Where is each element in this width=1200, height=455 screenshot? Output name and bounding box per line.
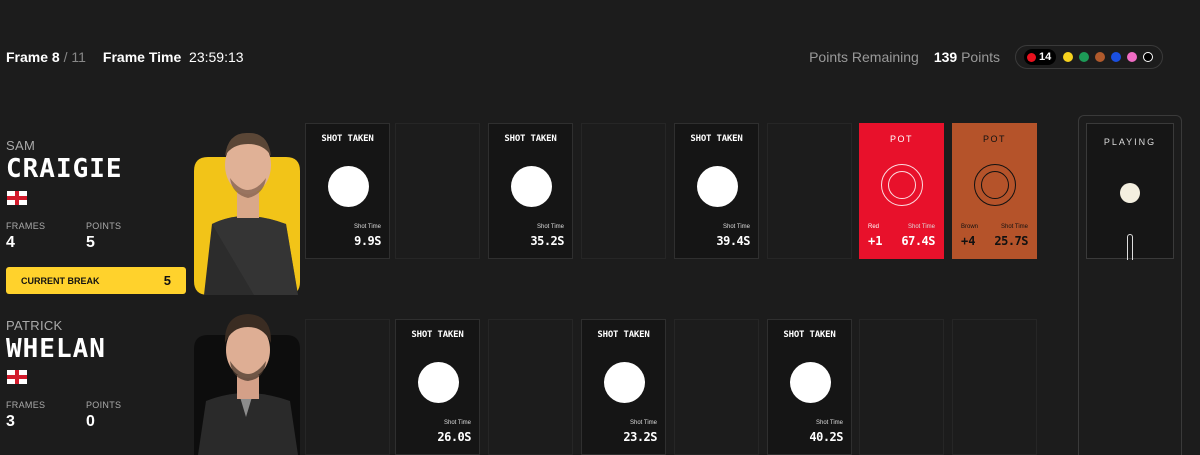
empty-shot-slot [674, 319, 759, 455]
empty-shot-slot [952, 319, 1037, 455]
pocket-ring-icon [974, 164, 1016, 206]
pot-title: POT [982, 134, 1006, 144]
shot-card: SHOT TAKEN Shot Time 26.0S [395, 319, 480, 455]
england-flag-icon [7, 191, 27, 205]
points-remaining: Points Remaining 139 Points [809, 49, 1000, 65]
shot-card: SHOT TAKEN Shot Time 39.4S [674, 123, 759, 259]
player-1-points-label: POINTS [86, 221, 122, 231]
player-1-frames: 4 [6, 234, 15, 251]
yellow-ball-icon [1063, 52, 1074, 62]
shot-time: 35.2S [530, 234, 564, 248]
player-1-last-name: CRAIGIE [6, 154, 123, 184]
shot-time: 40.2S [809, 430, 843, 444]
green-ball-icon [1079, 52, 1090, 62]
shot-time-label: Shot Time [629, 420, 657, 426]
shot-title: SHOT TAKEN [504, 134, 557, 144]
player-2-avatar [194, 305, 300, 455]
shot-time: 67.4S [901, 234, 935, 248]
player-1-first-name: SAM [6, 138, 36, 153]
empty-shot-slot [859, 319, 944, 455]
shot-title: SHOT TAKEN [783, 330, 836, 340]
black-ball-icon [1143, 52, 1154, 62]
player-1-frames-label: FRAMES [6, 221, 46, 231]
cue-ball-icon [790, 362, 831, 403]
player-2-last-name: WHELAN [6, 334, 106, 364]
player-2-points: 0 [86, 413, 95, 430]
shot-title: SHOT TAKEN [411, 330, 464, 340]
empty-shot-slot [395, 123, 480, 259]
frame-info: Frame 8 / 11 Frame Time 23:59:13 [6, 49, 244, 65]
shot-time: 23.2S [623, 430, 657, 444]
points-remaining-value: 139 [933, 49, 958, 65]
reds-count: 14 [1039, 51, 1052, 63]
shot-title: SHOT TAKEN [597, 330, 650, 340]
empty-shot-slot [488, 319, 573, 455]
cue-stick-icon [1127, 234, 1133, 260]
player-2-frames-label: FRAMES [6, 400, 46, 410]
player-2-points-label: POINTS [86, 400, 122, 410]
cue-ball-icon [697, 166, 738, 207]
playing-label: PLAYING [1103, 137, 1157, 147]
shot-time-label: Shot Time [443, 420, 471, 426]
england-flag-icon [7, 370, 27, 384]
shot-time: 25.7S [994, 234, 1028, 248]
shot-time-label: Shot Time [815, 420, 843, 426]
red-ball-icon [1027, 52, 1036, 62]
frame-current: 8 [51, 49, 60, 65]
pot-points: +1 [868, 234, 883, 248]
shot-card: SHOT TAKEN Shot Time 23.2S [581, 319, 666, 455]
shot-time: 39.4S [716, 234, 750, 248]
shot-card: SHOT TAKEN Shot Time 40.2S [767, 319, 852, 455]
player-2-first-name: PATRICK [6, 318, 63, 333]
balls-remaining-tracker: 14 [1015, 45, 1163, 69]
points-unit: Points [961, 49, 1000, 65]
shot-time: 26.0S [437, 430, 471, 444]
pot-title: POT [889, 134, 913, 144]
cue-ball-icon [511, 166, 552, 207]
cue-ball-icon [328, 166, 369, 207]
potted-ball-name: Red [868, 224, 880, 230]
potted-ball-name: Brown [961, 224, 979, 230]
playing-card: PLAYING [1086, 123, 1174, 260]
cue-ball-icon [418, 362, 459, 403]
shot-card: SHOT TAKEN Shot Time 35.2S [488, 123, 573, 259]
empty-shot-slot [305, 319, 390, 455]
pot-card-red: POT Red +1 Shot Time 67.4S [859, 123, 944, 259]
frame-label: Frame [6, 49, 49, 65]
current-break-label: CURRENT BREAK [21, 275, 100, 286]
frame-time: 23:59:13 [189, 49, 244, 65]
frame-time-label: Frame Time [102, 49, 182, 65]
brown-ball-icon [1095, 52, 1106, 62]
current-break-value: 5 [163, 273, 171, 288]
cue-ball-icon [1120, 183, 1140, 203]
empty-shot-slot [581, 123, 666, 259]
points-remaining-label: Points Remaining [809, 49, 919, 65]
shot-time-label: Shot Time [1000, 224, 1028, 230]
cue-ball-icon [604, 362, 645, 403]
shot-title: SHOT TAKEN [690, 134, 743, 144]
player-2-frames: 3 [6, 413, 15, 430]
shot-title: SHOT TAKEN [321, 134, 374, 144]
pink-ball-icon [1127, 52, 1138, 62]
shot-time-label: Shot Time [536, 224, 564, 230]
shot-time-label: Shot Time [907, 224, 935, 230]
empty-shot-slot [767, 123, 852, 259]
blue-ball-icon [1111, 52, 1122, 62]
reds-remaining: 14 [1024, 49, 1057, 65]
pot-card-brown: POT Brown +4 Shot Time 25.7S [952, 123, 1037, 259]
frame-total: / 11 [63, 49, 86, 65]
pocket-ring-icon [881, 164, 923, 206]
player-1-points: 5 [86, 234, 95, 251]
player-1-avatar [194, 120, 300, 295]
shot-time: 9.9S [354, 234, 381, 248]
shot-time-label: Shot Time [722, 224, 750, 230]
shot-time-label: Shot Time [353, 224, 381, 230]
shot-card: SHOT TAKEN Shot Time 9.9S [305, 123, 390, 259]
pot-points: +4 [961, 234, 976, 248]
current-break-badge: CURRENT BREAK 5 [6, 267, 186, 294]
